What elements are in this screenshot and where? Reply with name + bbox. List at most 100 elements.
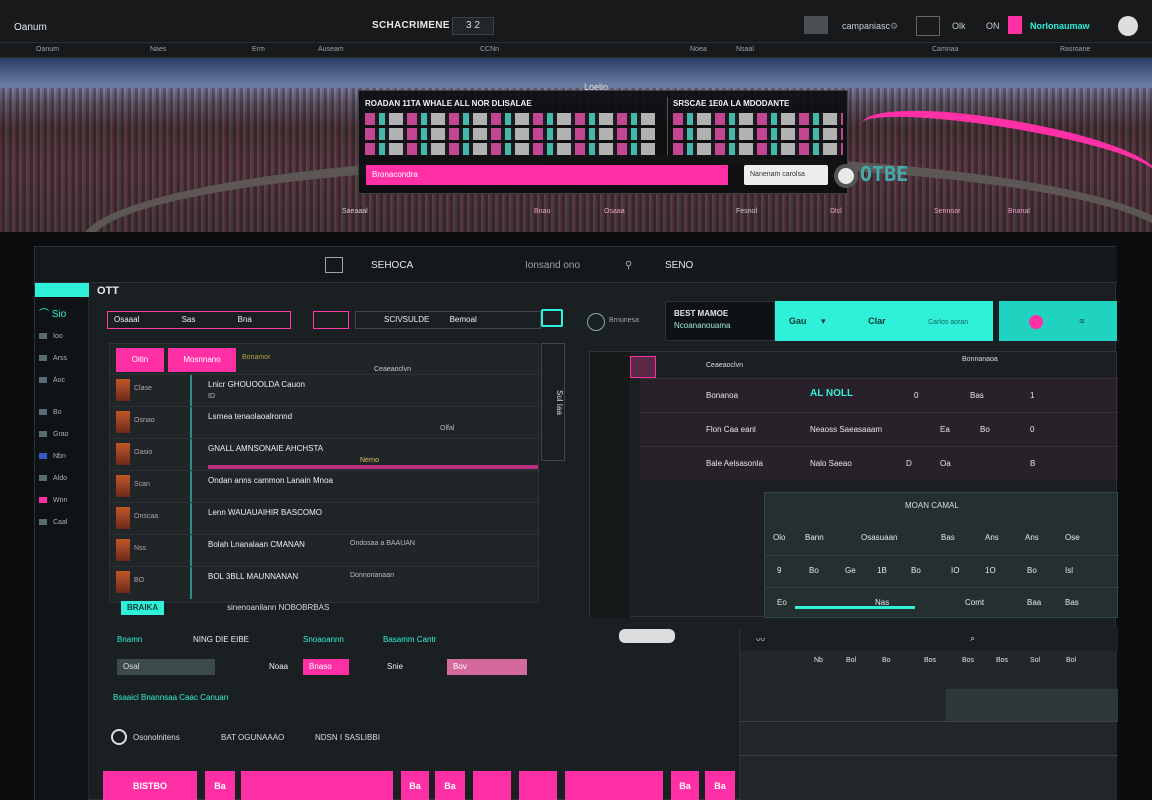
list-item[interactable]: Nss Bolah Lnanalaan CMANAN Ondosaa a BAA… (110, 534, 540, 567)
pink-button[interactable]: Ba (671, 771, 699, 800)
pink-button[interactable] (565, 771, 663, 800)
grid-row[interactable]: Eo Nas Comt Baa Bas (765, 587, 1119, 619)
list-item[interactable]: Oasio GNALL AMNSONAIE AHCHSTA Nerno (110, 438, 540, 471)
nav-item[interactable]: Nsaal (736, 46, 754, 53)
flag-icon[interactable] (804, 16, 828, 34)
hero-cta-bar[interactable]: Bronacondra (366, 165, 728, 185)
top-link-campaign[interactable]: campaniasc (842, 16, 890, 36)
list-item[interactable]: BO BOL 3BLL MAUNNANAN Donnonanaan (110, 566, 540, 599)
top-link-olk[interactable]: Olk (952, 16, 966, 36)
nav-item[interactable]: Auseam (318, 46, 344, 53)
list-tab-2[interactable]: Mosnnano (168, 348, 236, 372)
pink-button[interactable] (519, 771, 557, 800)
top-link-on[interactable]: ON (986, 16, 1000, 36)
toggle-select[interactable] (541, 309, 563, 327)
chip-pink[interactable]: Bnaso (303, 659, 349, 675)
title-badge[interactable]: 3 2 (452, 17, 494, 35)
tab-seno[interactable]: SENO (665, 260, 693, 271)
mini-select[interactable] (313, 311, 349, 329)
sidebar-item[interactable]: Ioo (39, 333, 85, 347)
hero-search-input[interactable]: Nanenam carolsa (744, 165, 828, 185)
tab-sehoca[interactable]: SEHOCA (371, 260, 413, 271)
teal-action-button[interactable]: Gau ▾ Clar Carlos aoran (775, 301, 993, 341)
pink-button[interactable]: BISTBO (103, 771, 197, 800)
toggle-switch[interactable] (619, 629, 675, 643)
radio-label[interactable]: Osonolnitens (133, 733, 180, 742)
list-item[interactable]: Osnao Lsrnea tenaolaoalronnd Olfal (110, 406, 540, 439)
chip[interactable]: Snie (381, 659, 409, 675)
sidebar-item[interactable]: Aoc (39, 377, 85, 391)
stats-grid: MOAN CAMAL Olo Bann Osasuaan Bas Ans Ans… (764, 492, 1119, 619)
nav-item[interactable]: Noea (690, 46, 707, 53)
list-col-header: Ceaeaoclvn (374, 366, 411, 373)
list-item[interactable]: Clase Lnicr GHOUOOLDA Cauon ID (110, 374, 540, 407)
schedule-field[interactable]: SCIVSULDE Bemoal (355, 311, 541, 329)
vertical-scroll-label[interactable]: Sul Iaa (541, 343, 565, 461)
pink-button[interactable] (473, 771, 511, 800)
list-item[interactable]: Scan Ondan anns cammon Lanain Mnoa (110, 470, 540, 503)
nav-item[interactable]: Erm (252, 46, 265, 53)
nav-item[interactable]: Naes (150, 46, 166, 53)
list-item[interactable]: Onscaa Lenn WAUAUAIHIR BASCOMO (110, 502, 540, 535)
sidebar-item[interactable]: Bo (39, 409, 85, 423)
item-icon (39, 497, 47, 504)
sidebar-item[interactable]: Grao (39, 431, 85, 445)
nav-item[interactable]: Camnaa (932, 46, 958, 53)
list-tab-1[interactable]: Oitin (116, 348, 164, 372)
radio-label[interactable]: BAT OGUNAAAO (221, 733, 284, 742)
nav-item[interactable]: CCNn (480, 46, 499, 53)
grid-col: Bol (1066, 657, 1077, 664)
search-icon[interactable]: ⌕ (970, 633, 975, 644)
app-brand[interactable]: Oanum (14, 22, 47, 33)
sidebar-item[interactable]: Aldo (39, 475, 85, 489)
thumbnail (116, 539, 130, 561)
table-thumb[interactable] (630, 356, 656, 378)
tab-ionsand[interactable]: Ionsand ono (525, 260, 580, 271)
hero-footer-item[interactable]: Bnao (534, 208, 550, 215)
radio-label[interactable]: NDSN I SASLIBBI (315, 733, 380, 742)
hero-footer-item[interactable]: Fesnol (736, 208, 757, 215)
chip-pink[interactable]: Bov (447, 659, 527, 675)
record-toggle-icon[interactable] (834, 164, 858, 188)
user-avatar[interactable] (1118, 16, 1138, 36)
settings-icon[interactable]: ⚙ (890, 16, 898, 36)
grid-row[interactable]: 9 Bo Ge 1B Bo IO 1O Bo Isl (765, 555, 1119, 587)
filter-dropdown[interactable]: Osaaal Sas Bna (107, 311, 291, 329)
table-row[interactable]: Flon Caa eanl Neaoss Saeasaaam Ea Bo 0 (640, 412, 1118, 446)
hero-footer-item[interactable]: Osaaa (604, 208, 625, 215)
sidebar-item[interactable]: Wnn (39, 497, 85, 511)
nav-item[interactable]: Rasroane (1060, 46, 1090, 53)
screen-icon[interactable] (916, 16, 940, 36)
notification-badge[interactable] (1008, 16, 1022, 34)
pink-button[interactable]: Ba (435, 771, 465, 800)
sidebar-item[interactable]: Nbn (39, 453, 85, 467)
bottom-label[interactable]: Snoaoannn (303, 635, 344, 644)
sidebar-logo[interactable]: ⌒ Sio (39, 305, 66, 320)
table-row[interactable]: Bonanoa AL NOLL 0 Bas 1 (640, 378, 1118, 412)
sidebar-item[interactable]: Caal (39, 519, 85, 533)
pink-button-wide[interactable] (241, 771, 393, 800)
list-footer-text: sinenoanilann NOBOBRBAS (227, 603, 330, 612)
hero-footer-item[interactable]: Dlcl (830, 208, 842, 215)
radio-button[interactable] (111, 729, 127, 745)
pin-icon[interactable]: ⚲ (625, 260, 632, 271)
pink-button[interactable]: Ba (705, 771, 735, 800)
teal-icon-button[interactable]: ≈ (999, 301, 1117, 341)
sidebar-item[interactable]: Arss (39, 355, 85, 369)
table-row[interactable]: Bale Aelsasonla Nalo Saeao D Oa B (640, 446, 1118, 480)
info-icon[interactable] (587, 313, 605, 331)
checkbox-icon[interactable] (325, 257, 343, 273)
top-link-account[interactable]: Norlonaumaw (1030, 16, 1090, 36)
list-footer-button[interactable]: BRAIKA (121, 601, 165, 615)
hero-footer-item[interactable]: Saeaaal (342, 208, 368, 215)
best-mamoe-card[interactable]: BEST MAMOE Ncoananouama (665, 301, 775, 341)
hero-footer-item[interactable]: Bnanal (1008, 208, 1030, 215)
nav-item[interactable]: Oanum (36, 46, 59, 53)
chip[interactable]: Osal (117, 659, 215, 675)
pink-button[interactable]: Ba (205, 771, 235, 800)
bottom-label[interactable]: Bnamn (117, 635, 142, 644)
bottom-label[interactable]: Basamm Cantr (383, 635, 436, 644)
hero-footer-item[interactable]: Sennoar (934, 208, 960, 215)
chip[interactable]: Noaa (263, 659, 294, 675)
pink-button[interactable]: Ba (401, 771, 429, 800)
